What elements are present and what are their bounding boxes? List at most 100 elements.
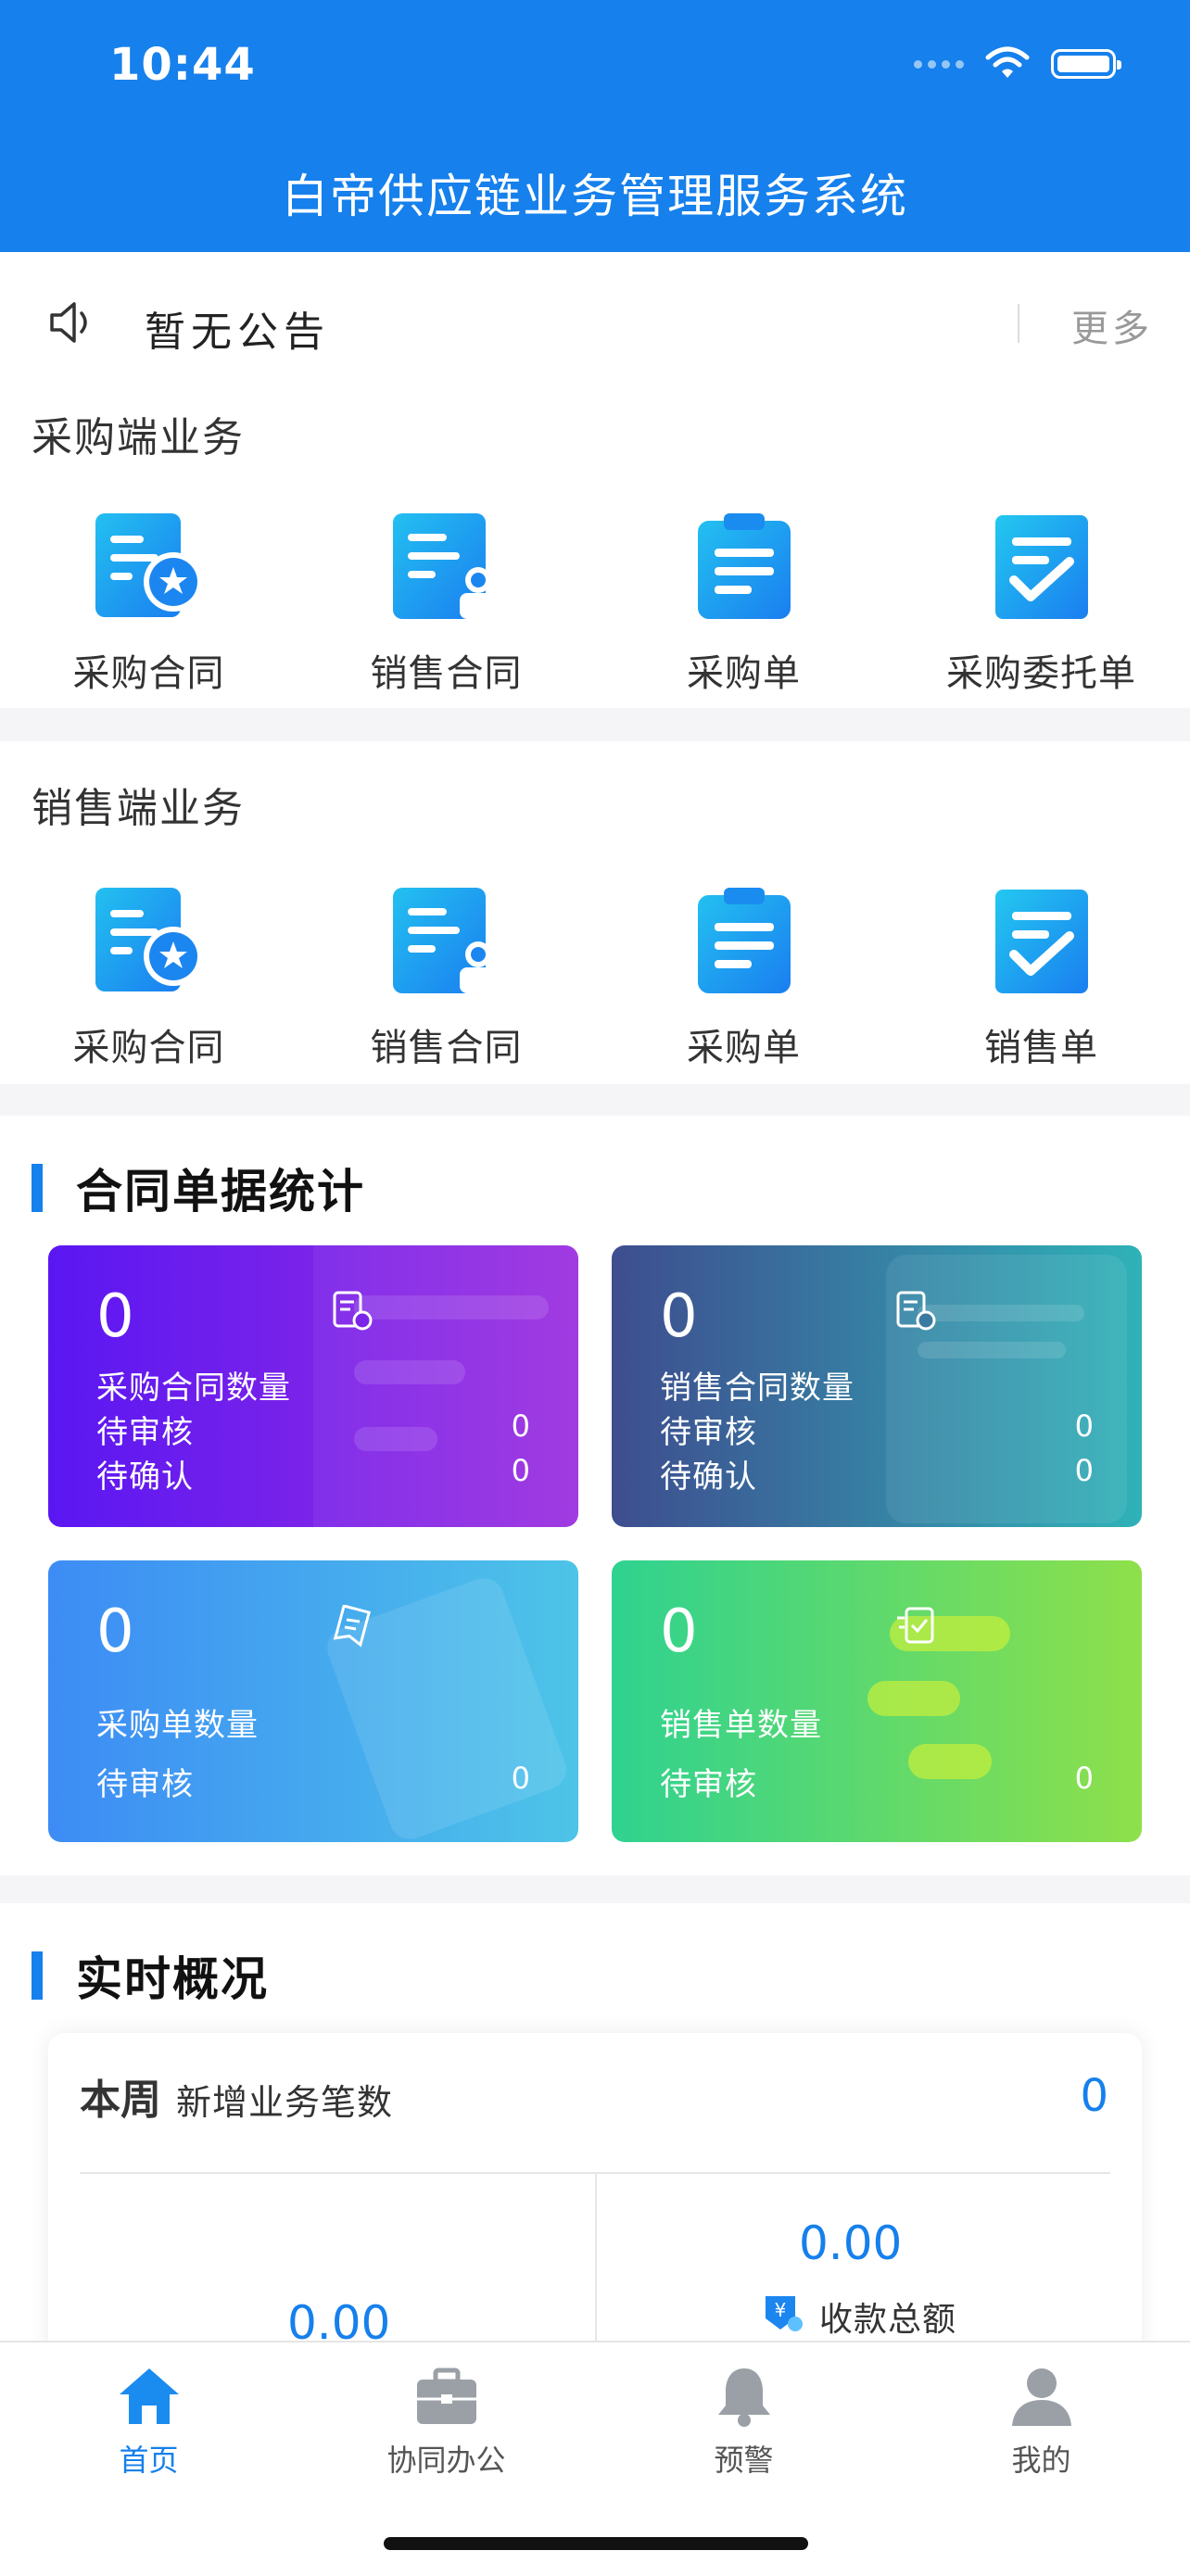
speaker-icon: [50, 302, 87, 343]
item-label: 采购单: [687, 652, 801, 695]
clipboard-icon: [689, 886, 800, 997]
sales-grid: 采购合同 销售合同 采购单 销售单: [0, 886, 1190, 1071]
divider: [1018, 304, 1019, 343]
wifi-icon: [985, 46, 1030, 78]
item-label: 采购合同: [72, 652, 225, 695]
item-label: 销售合同: [370, 1027, 523, 1069]
app-header: 10:44 白帝供应链业务管理服务系统: [0, 0, 1190, 252]
item-label: 销售单: [984, 1027, 1098, 1069]
section-title: 销售端业务: [32, 785, 245, 832]
realtime-card[interactable]: 本周 新增业务笔数 0 0.00 ¥ 收款总额 0.00: [48, 2033, 1142, 2385]
purchase-item-sales-contract[interactable]: 销售合同: [298, 511, 595, 697]
svg-text:¥: ¥: [775, 2299, 787, 2321]
stat-card-sales-contract[interactable]: 0 销售合同数量 待审核 0 待确认 0: [612, 1245, 1142, 1527]
battery-icon: [1051, 49, 1121, 79]
notice-text: 暂无公告: [145, 309, 330, 356]
item-label: 采购单: [687, 1027, 801, 1069]
card-title: 采购单数量: [96, 1707, 259, 1744]
sales-item-sales-contract[interactable]: 销售合同: [298, 886, 595, 1071]
sales-item-sales-order[interactable]: 销售单: [892, 886, 1190, 1071]
stat-card-purchase-order[interactable]: 0 采购单数量 待审核 0: [48, 1560, 578, 1842]
card-decoration: [918, 1342, 1066, 1358]
stat-card-purchase-contract[interactable]: 0 采购合同数量 待审核 0 待确认 0: [48, 1245, 578, 1527]
home-indicator[interactable]: [384, 2537, 808, 2550]
tab-label: 我的: [1011, 2443, 1071, 2478]
card-title: 销售单数量: [660, 1707, 822, 1744]
section-title: 采购端业务: [32, 414, 245, 461]
purchase-grid: 采购合同 销售合同 采购单 采购委托单: [0, 511, 1190, 697]
contract-star-icon: [94, 511, 205, 623]
row-value: 0: [511, 1408, 530, 1444]
purchase-section: 采购端业务 采购合同 销售合同 采购单 采购委托单: [0, 373, 1190, 708]
card-decoration: [908, 1744, 992, 1779]
card-count: 0: [660, 1597, 698, 1666]
more-link[interactable]: 更多: [1071, 298, 1153, 352]
contract-star-icon: [94, 886, 205, 997]
row-label: 待审核: [96, 1766, 194, 1803]
realtime-title: 实时概况: [76, 1952, 269, 2006]
row-value: 0: [1074, 1453, 1094, 1488]
yen-money-icon: ¥: [766, 2296, 803, 2331]
document-gear-icon: [333, 1291, 373, 1331]
item-label: 销售合同: [370, 652, 523, 695]
purchase-item-entrust[interactable]: 采购委托单: [892, 511, 1190, 697]
receipt-total-label: 收款总额: [819, 2301, 957, 2339]
receipt-icon: [333, 1605, 372, 1648]
card-count: 0: [96, 1282, 134, 1351]
row-value: 0: [511, 1453, 530, 1488]
row-label: 待确认: [96, 1458, 194, 1496]
tab-label: 预警: [714, 2443, 774, 2478]
tab-label: 协同办公: [386, 2443, 506, 2478]
card-decoration: [354, 1295, 549, 1320]
tab-home[interactable]: 首页: [0, 2363, 298, 2480]
contract-person-icon: [391, 886, 502, 997]
checklist-icon: [986, 511, 1097, 623]
card-decoration: [918, 1305, 1084, 1321]
sales-item-purchase-contract[interactable]: 采购合同: [0, 886, 298, 1071]
heading-accent: [32, 1951, 43, 2000]
row-value: 0: [511, 1761, 530, 1796]
stats-section: 合同单据统计 0 采购合同数量 待审核 0 待确认 0 0 销售合同数量 待审核…: [0, 1116, 1190, 1875]
status-time: 10:44: [109, 39, 256, 91]
card-title: 采购合同数量: [96, 1370, 291, 1407]
stats-heading: 合同单据统计: [32, 1155, 365, 1221]
card-decoration: [313, 1245, 578, 1527]
card-count: 0: [660, 1282, 698, 1351]
tab-alert[interactable]: 预警: [595, 2363, 892, 2480]
receipt-total-amount: 0.00: [799, 2216, 903, 2270]
sales-section: 销售端业务 采购合同 销售合同 采购单 销售单: [0, 741, 1190, 1084]
contract-person-icon: [391, 511, 502, 623]
checklist-icon: [986, 886, 1097, 997]
week-label: 本周: [80, 2077, 161, 2124]
row-label: 待审核: [96, 1414, 194, 1451]
row-label: 待确认: [660, 1458, 757, 1496]
user-icon: [1011, 2368, 1071, 2426]
tab-office[interactable]: 协同办公: [298, 2363, 595, 2480]
clipboard-icon: [689, 511, 800, 623]
heading-accent: [32, 1164, 43, 1212]
card-decoration: [867, 1681, 960, 1716]
card-count: 0: [96, 1597, 134, 1666]
tab-mine[interactable]: 我的: [892, 2363, 1190, 2480]
row-value: 0: [1074, 1408, 1094, 1444]
bell-icon: [717, 2368, 770, 2427]
row-label: 待审核: [660, 1414, 757, 1451]
card-title: 销售合同数量: [660, 1370, 855, 1407]
row-value: 0: [1074, 1761, 1094, 1796]
week-count: 0: [1080, 2070, 1108, 2122]
tab-label: 首页: [119, 2443, 179, 2478]
card-decoration: [354, 1427, 437, 1451]
purchase-item-contract[interactable]: 采购合同: [0, 511, 298, 697]
item-label: 采购委托单: [946, 652, 1136, 695]
card-decoration: [354, 1360, 465, 1384]
briefcase-icon: [416, 2368, 476, 2424]
sales-item-purchase-order[interactable]: 采购单: [595, 886, 892, 1071]
week-subtitle: 新增业务笔数: [176, 2082, 394, 2123]
signal-icon: [914, 59, 964, 69]
purchase-item-order[interactable]: 采购单: [595, 511, 892, 697]
stat-card-sales-order[interactable]: 0 销售单数量 待审核 0: [612, 1560, 1142, 1842]
home-icon: [119, 2368, 179, 2424]
realtime-heading: 实时概况: [32, 1942, 269, 2009]
notice-bar[interactable]: 暂无公告 更多: [0, 252, 1190, 391]
row-label: 待审核: [660, 1766, 757, 1803]
